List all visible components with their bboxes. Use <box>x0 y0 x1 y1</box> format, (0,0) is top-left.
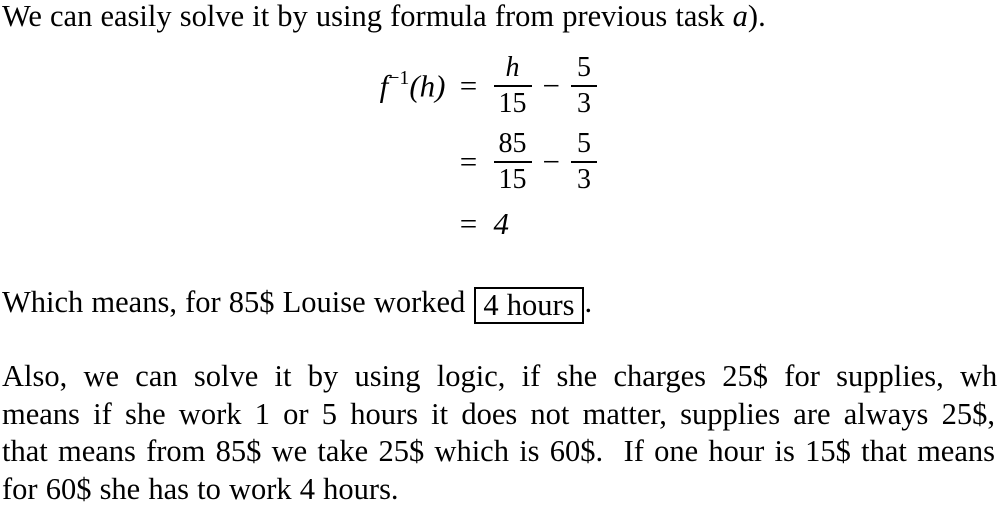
equals-sign-3: = <box>446 206 492 242</box>
equation-result: 4 <box>492 206 510 242</box>
lead-paragraph: We can easily solve it by using formula … <box>2 0 995 36</box>
fraction-denominator: 3 <box>574 88 594 120</box>
equals-sign-2: = <box>446 144 492 180</box>
equation-block: f−1(h) = h 15 − 5 3 = 85 <box>0 52 997 242</box>
equation-rhs-2: 85 15 − 5 3 <box>492 128 652 196</box>
lead-text-before-variable: We can easily solve it by using formula … <box>2 0 733 33</box>
equation-line-1: f−1(h) = h 15 − 5 3 <box>0 52 997 120</box>
boxed-answer: 4 hours <box>474 287 583 324</box>
fraction-denominator: 15 <box>496 164 530 196</box>
lead-inline-variable: a <box>733 0 748 33</box>
minus-operator-1: − <box>534 68 569 104</box>
equation-rhs-3: 4 <box>492 206 652 242</box>
fraction-denominator: 3 <box>574 164 594 196</box>
conclusion-text-after: . <box>585 285 593 319</box>
final-paragraph-line-4: for 60$ she has to work 4 hours. <box>2 471 995 508</box>
equation-rhs-1: h 15 − 5 3 <box>492 52 652 120</box>
fraction-h-over-15: h 15 <box>494 52 532 120</box>
fraction-numerator: 5 <box>574 128 594 160</box>
final-paragraph-line-2: means if she work 1 or 5 hours it does n… <box>2 396 995 434</box>
fraction-bar <box>494 85 532 87</box>
conclusion-text-before: Which means, for 85$ Louise worked <box>2 285 473 319</box>
fraction-85-over-15: 85 15 <box>494 128 532 196</box>
document-page: We can easily solve it by using formula … <box>0 0 997 502</box>
fraction-numerator: h <box>503 52 523 84</box>
fraction-5-over-3: 5 3 <box>571 128 597 196</box>
function-argument: (h) <box>409 69 445 104</box>
conclusion-paragraph: Which means, for 85$ Louise worked 4 hou… <box>2 284 995 324</box>
equals-sign-1: = <box>446 68 492 104</box>
fraction-bar <box>571 161 597 163</box>
equation-line-2: = 85 15 − 5 3 <box>0 128 997 196</box>
function-name: f <box>380 69 389 104</box>
fraction-numerator: 5 <box>574 52 594 84</box>
final-paragraph-line-1: Also, we can solve it by using logic, if… <box>2 358 995 396</box>
minus-operator-2: − <box>534 144 569 180</box>
fraction-denominator: 15 <box>496 88 530 120</box>
final-paragraph-line-3: that means from 85$ we take 25$ which is… <box>2 433 995 471</box>
fraction-5-over-3: 5 3 <box>571 52 597 120</box>
fraction-bar <box>494 161 532 163</box>
equation-lhs: f−1(h) <box>346 67 446 104</box>
lead-text-after-variable: ). <box>748 0 766 33</box>
fraction-bar <box>571 85 597 87</box>
final-paragraph: Also, we can solve it by using logic, if… <box>2 358 995 508</box>
function-exponent: −1 <box>388 67 409 89</box>
equation-line-3: = 4 <box>0 206 997 242</box>
fraction-numerator: 85 <box>496 128 530 160</box>
